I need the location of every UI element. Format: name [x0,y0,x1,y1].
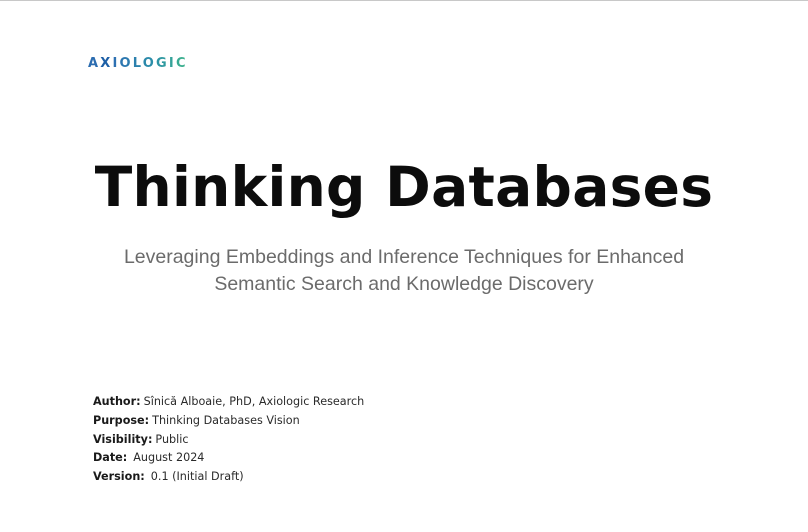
meta-visibility-value: Public [155,432,189,446]
top-divider [0,0,808,1]
meta-date: Date: August 2024 [93,449,364,468]
logo-letter-a: A [88,55,101,71]
meta-author-value: Sînică Alboaie, PhD, Axiologic Research [143,395,365,408]
meta-author-label: Author: [93,395,141,408]
meta-version: Version: 0.1 (Initial Draft) [93,468,364,487]
logo-letter-x: X [100,55,113,71]
meta-visibility: Visibility: Public [93,431,364,450]
meta-purpose-value: Thinking Databases Vision [152,413,300,427]
meta-version-label: Version: [93,470,145,484]
meta-date-value: August 2024 [133,451,205,465]
meta-visibility-label: Visibility: [93,432,153,446]
document-subtitle: Leveraging Embeddings and Inference Tech… [104,244,704,298]
document-title: Thinking Databases [94,155,714,219]
subtitle-line-1: Leveraging Embeddings and Inference Tech… [123,246,685,268]
axiologic-logo: A X IOLOGIC [88,55,188,71]
meta-author: Author: Sînică Alboaie, PhD, Axiologic Re… [93,393,364,412]
meta-version-value: 0.1 (Initial Draft) [150,470,244,484]
subtitle-line-2: Semantic Search and Knowledge Discovery [214,273,594,295]
meta-purpose: Purpose: Thinking Databases Vision [93,412,364,431]
document-metadata: Author: Sînică Alboaie, PhD, Axiologic Re… [93,393,364,487]
logo-wordmark-rest: IOLOGIC [112,55,188,71]
meta-date-label: Date: [93,451,128,465]
meta-purpose-label: Purpose: [93,413,150,427]
